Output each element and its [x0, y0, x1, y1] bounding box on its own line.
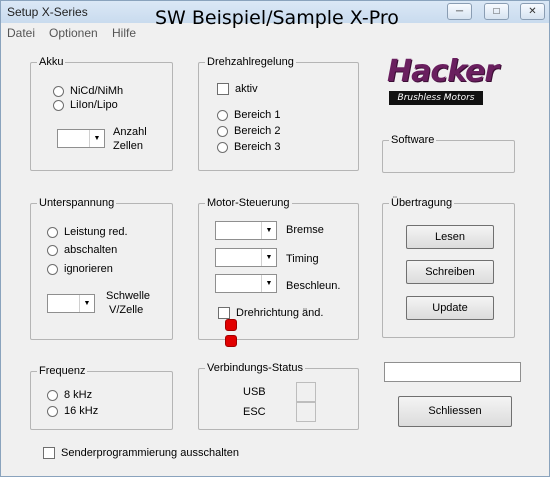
chevron-down-icon: ▼ — [79, 295, 94, 312]
checkbox-label: aktiv — [235, 83, 258, 95]
speed-control-legend: Drehzahlregelung — [205, 56, 296, 68]
chevron-down-icon: ▼ — [261, 249, 276, 266]
transfer-group: Übertragung Lesen Schreiben Update — [382, 197, 515, 338]
speed-range-3[interactable]: Bereich 3 — [217, 141, 280, 153]
connection-status-group: Verbindungs-Status USB ESC — [198, 362, 359, 430]
speed-control-active-checkbox[interactable]: aktiv — [217, 83, 258, 95]
reverse-direction-checkbox[interactable]: Drehrichtung änd. — [218, 307, 323, 319]
radio-icon — [47, 389, 58, 401]
acceleration-combobox[interactable]: ▼ — [215, 274, 277, 293]
akku-option-label: NiCd/NiMh — [70, 85, 124, 97]
threshold-combobox[interactable]: ▼ — [47, 294, 95, 313]
undervoltage-option-ignore[interactable]: ignorieren — [47, 263, 113, 275]
menu-optionen[interactable]: Optionen — [49, 26, 98, 40]
usb-status-indicator — [296, 382, 316, 402]
undervoltage-option-label: abschalten — [64, 244, 118, 256]
cells-label-line1: Anzahl — [113, 126, 147, 138]
window-title: Setup X-Series — [7, 5, 88, 19]
speed-range-2[interactable]: Bereich 2 — [217, 125, 280, 137]
speed-range-1[interactable]: Bereich 1 — [217, 109, 280, 121]
acceleration-label: Beschleun. — [286, 280, 341, 292]
software-group: Software — [382, 134, 515, 173]
radio-icon — [217, 109, 228, 121]
chevron-down-icon: ▼ — [261, 275, 276, 292]
undervoltage-option-label: ignorieren — [64, 263, 113, 275]
close-window-button[interactable]: ✕ — [520, 3, 545, 20]
esc-label: ESC — [243, 406, 266, 418]
close-button[interactable]: Schliessen — [398, 396, 512, 427]
menu-bar: Datei Optionen Hilfe — [1, 25, 549, 41]
logo-brand: Hacker — [387, 54, 499, 89]
speed-control-group: Drehzahlregelung aktiv Bereich 1 Bereich… — [198, 56, 359, 171]
undervoltage-group: Unterspannung Leistung red. abschalten i… — [30, 197, 173, 340]
setup-window: Setup X-Series ─ □ ✕ SW Beispiel/Sample … — [0, 0, 550, 477]
menu-datei[interactable]: Datei — [7, 26, 35, 40]
hacker-logo: Hacker Brushless Motors — [387, 53, 499, 105]
radio-icon — [47, 263, 58, 275]
akku-group: Akku NiCd/NiMh LiIon/Lipo ▼ Anzahl Zelle… — [30, 56, 173, 171]
timing-combobox[interactable]: ▼ — [215, 248, 277, 267]
usb-label: USB — [243, 386, 266, 398]
menu-hilfe[interactable]: Hilfe — [112, 26, 136, 40]
radio-icon — [47, 226, 58, 238]
checkbox-icon — [43, 447, 55, 459]
akku-option-label: LiIon/Lipo — [70, 99, 118, 111]
cells-label-line2: Zellen — [113, 140, 143, 152]
read-button[interactable]: Lesen — [406, 225, 494, 249]
minimize-button[interactable]: ─ — [447, 3, 472, 20]
sender-programming-checkbox[interactable]: Senderprogrammierung ausschalten — [43, 447, 239, 459]
maximize-button[interactable]: □ — [484, 3, 509, 20]
radio-icon — [53, 99, 64, 111]
logo-tagline: Brushless Motors — [389, 91, 483, 105]
frequency-option-16khz[interactable]: 16 kHz — [47, 405, 98, 417]
checkbox-icon — [218, 307, 230, 319]
maximize-icon: □ — [493, 6, 500, 17]
akku-option-nicd[interactable]: NiCd/NiMh — [53, 85, 123, 97]
software-legend: Software — [389, 134, 437, 146]
akku-option-lipo[interactable]: LiIon/Lipo — [53, 99, 118, 111]
radio-icon — [47, 244, 58, 256]
write-button[interactable]: Schreiben — [406, 260, 494, 284]
undervoltage-option-reduce[interactable]: Leistung red. — [47, 226, 128, 238]
transfer-legend: Übertragung — [389, 197, 455, 209]
frequency-legend: Frequenz — [37, 365, 88, 377]
chevron-down-icon: ▼ — [89, 130, 104, 147]
chevron-down-icon: ▼ — [261, 222, 276, 239]
status-led-top — [225, 319, 237, 331]
motor-control-group: Motor-Steuerung ▼ Bremse ▼ Timing ▼ Besc… — [198, 197, 359, 340]
threshold-label-line2: V/Zelle — [109, 304, 144, 316]
frequency-option-8khz[interactable]: 8 kHz — [47, 389, 92, 401]
undervoltage-option-shutoff[interactable]: abschalten — [47, 244, 117, 256]
frequency-group: Frequenz 8 kHz 16 kHz — [30, 365, 173, 430]
range-label: Bereich 3 — [234, 141, 281, 153]
undervoltage-option-label: Leistung red. — [64, 226, 128, 238]
threshold-label-line1: Schwelle — [106, 290, 151, 302]
brake-label: Bremse — [286, 224, 324, 236]
cells-combobox[interactable]: ▼ — [57, 129, 105, 148]
range-label: Bereich 1 — [234, 109, 281, 121]
minimize-icon: ─ — [455, 6, 464, 17]
frequency-option-label: 16 kHz — [64, 405, 99, 417]
esc-status-indicator — [296, 402, 316, 422]
timing-label: Timing — [286, 253, 319, 265]
undervoltage-legend: Unterspannung — [37, 197, 117, 209]
update-button[interactable]: Update — [406, 296, 494, 320]
checkbox-label: Drehrichtung änd. — [236, 307, 324, 319]
radio-icon — [53, 85, 64, 97]
close-icon: ✕ — [528, 6, 537, 17]
motor-control-legend: Motor-Steuerung — [205, 197, 292, 209]
radio-icon — [47, 405, 58, 417]
frequency-option-label: 8 kHz — [64, 389, 93, 401]
checkbox-label: Senderprogrammierung ausschalten — [61, 447, 239, 459]
range-label: Bereich 2 — [234, 125, 281, 137]
checkbox-icon — [217, 83, 229, 95]
radio-icon — [217, 125, 228, 137]
radio-icon — [217, 141, 228, 153]
status-text-field[interactable] — [384, 362, 521, 382]
akku-legend: Akku — [37, 56, 66, 68]
connection-status-legend: Verbindungs-Status — [205, 362, 306, 374]
status-led-bottom — [225, 335, 237, 347]
brake-combobox[interactable]: ▼ — [215, 221, 277, 240]
